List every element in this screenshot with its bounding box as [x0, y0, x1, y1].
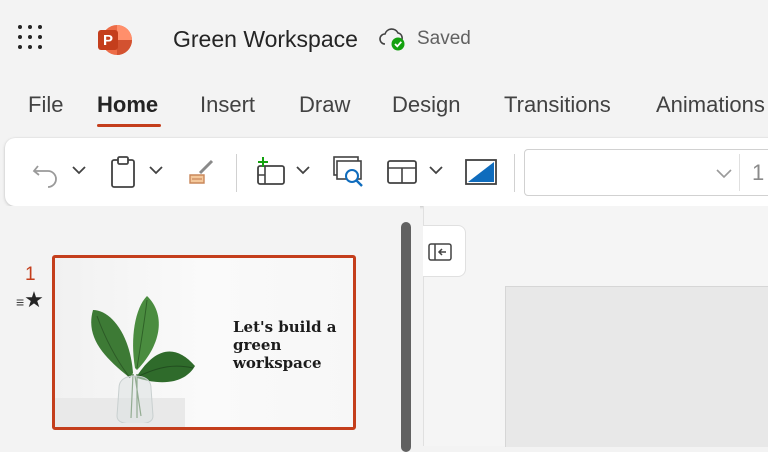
tab-animations[interactable]: Animations: [656, 92, 765, 118]
save-status: Saved: [417, 28, 471, 49]
collapse-panel-button[interactable]: [423, 225, 466, 277]
title-bar: P Green Workspace Saved: [0, 0, 768, 80]
chevron-down-icon[interactable]: [715, 166, 733, 184]
panel-scrollbar[interactable]: [401, 222, 411, 452]
ribbon-toolbar: [5, 138, 768, 206]
layout-icon[interactable]: [386, 158, 420, 186]
slide-canvas[interactable]: [505, 286, 768, 447]
tab-design[interactable]: Design: [392, 92, 460, 118]
cloud-saved-icon[interactable]: [378, 26, 408, 52]
reuse-slides-icon[interactable]: [332, 155, 366, 189]
format-painter-icon[interactable]: [186, 157, 218, 187]
thumbnail-text: Let's build a green workspace: [233, 318, 337, 372]
toolbar-separator: [514, 154, 515, 192]
font-name-dropdown[interactable]: [524, 149, 768, 196]
toolbar-separator: [236, 154, 237, 192]
app-launcher-icon[interactable]: [18, 25, 46, 53]
slide-thumbnail[interactable]: Let's build a green workspace: [52, 255, 356, 430]
paste-icon[interactable]: [109, 155, 137, 189]
slide-animation-marker: ≡★: [16, 287, 44, 313]
chevron-down-icon[interactable]: [295, 164, 311, 176]
plant-vase-image: [91, 296, 195, 423]
panel-collapse-icon: [428, 243, 452, 261]
field-separator: [739, 154, 740, 191]
undo-icon[interactable]: [30, 156, 64, 188]
chevron-down-icon[interactable]: [71, 164, 87, 176]
tab-draw[interactable]: Draw: [299, 92, 350, 118]
tab-insert[interactable]: Insert: [200, 92, 255, 118]
powerpoint-logo-icon[interactable]: P: [95, 21, 133, 59]
slide-number: 1: [25, 264, 36, 285]
new-slide-icon[interactable]: [255, 155, 289, 187]
svg-text:P: P: [103, 32, 113, 49]
active-tab-indicator: [97, 124, 161, 127]
tab-file[interactable]: File: [28, 92, 63, 118]
star-icon: ★: [24, 287, 44, 312]
chevron-down-icon[interactable]: [148, 164, 164, 176]
motion-lines-icon: ≡: [16, 294, 25, 310]
font-size-input[interactable]: 1: [752, 160, 764, 186]
tab-home[interactable]: Home: [97, 92, 158, 118]
background-icon[interactable]: [464, 157, 498, 187]
document-title[interactable]: Green Workspace: [173, 26, 358, 53]
tab-transitions[interactable]: Transitions: [504, 92, 611, 118]
chevron-down-icon[interactable]: [428, 164, 444, 176]
